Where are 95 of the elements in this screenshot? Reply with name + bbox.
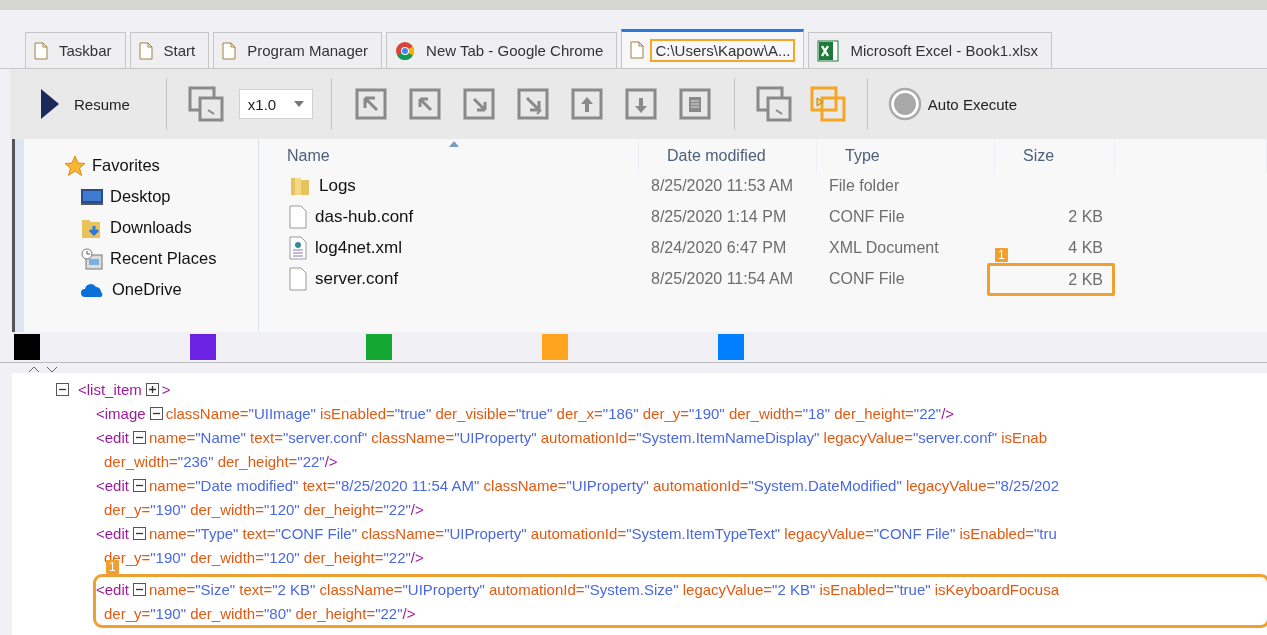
column-header[interactable]: Type bbox=[817, 139, 995, 173]
column-label: Date modified bbox=[667, 147, 766, 165]
windows-icon bbox=[809, 86, 846, 122]
column-header[interactable]: Size bbox=[995, 139, 1115, 173]
xml-attributes: name="Date modified" text="8/25/2020 11:54 AM" className="UIProperty" automationId="System.DateModified" legacyValue="8/25/202 bbox=[148, 476, 1059, 494]
tab[interactable]: New Tab - Google Chrome bbox=[386, 32, 618, 68]
speed-dropdown[interactable]: x1.0 bbox=[238, 89, 313, 119]
column-label: Type bbox=[845, 147, 880, 165]
sidebar-item[interactable]: Recent Places bbox=[80, 246, 258, 271]
column-header[interactable]: Date modified bbox=[639, 139, 817, 173]
sidebar-label: Favorites bbox=[92, 156, 160, 175]
auto-execute-toggle[interactable]: Auto Execute bbox=[887, 87, 1018, 121]
column-label: Name bbox=[287, 147, 330, 165]
date-cell-text: 8/25/2020 1:14 PM bbox=[650, 206, 788, 227]
plus-icon bbox=[147, 384, 157, 394]
page-icon bbox=[138, 41, 153, 60]
file-name-cell[interactable]: Logs bbox=[259, 170, 639, 201]
xml-tag: <list_item bbox=[78, 380, 142, 398]
collapse-toggle[interactable] bbox=[132, 526, 146, 540]
spreadsheet-icon bbox=[817, 39, 840, 62]
sidebar-label: Recent Places bbox=[110, 249, 217, 268]
xml-tag-close: > bbox=[161, 380, 171, 398]
play-icon bbox=[40, 88, 60, 120]
resume-button[interactable]: Resume bbox=[40, 88, 140, 120]
sidebar-item[interactable]: OneDrive bbox=[80, 277, 258, 302]
chrome-icon bbox=[395, 40, 416, 61]
monitor-icon bbox=[80, 186, 104, 207]
xml-tag: <edit bbox=[96, 476, 129, 494]
sidebar-label: Desktop bbox=[110, 187, 171, 206]
size-text: 2 KB bbox=[1068, 207, 1103, 226]
file-name: server.conf bbox=[315, 268, 399, 289]
file-name: Logs bbox=[319, 175, 356, 196]
file-name-cell[interactable]: server.conf bbox=[259, 263, 639, 294]
date-cell-text: 8/25/2020 11:54 AM bbox=[650, 268, 795, 289]
sort-caret-icon bbox=[448, 141, 459, 147]
column-header[interactable]: Name bbox=[259, 139, 639, 173]
xml-tag: <edit bbox=[96, 524, 129, 542]
xml-attributes: name="Name" text="server.conf" className="UIProperty" automationId="System.ItemNameDisplay" legacyValue="server.conf" isEnab bbox=[148, 428, 1048, 446]
tab[interactable]: Taskbar bbox=[25, 32, 126, 68]
page-icon bbox=[222, 41, 237, 60]
color-swatch[interactable] bbox=[366, 334, 392, 360]
recent-places-icon bbox=[80, 246, 104, 271]
file-name-cell[interactable]: das-hub.conf bbox=[259, 201, 639, 232]
document-icon bbox=[678, 88, 711, 120]
collapse-toggle[interactable] bbox=[132, 582, 146, 596]
sidebar-item[interactable]: Downloads bbox=[80, 215, 258, 240]
date-cell-text: 8/24/2020 6:47 PM bbox=[650, 237, 788, 258]
column-label: Size bbox=[1023, 147, 1055, 165]
type-cell-text: File folder bbox=[828, 175, 901, 196]
collapse-toggle[interactable] bbox=[149, 406, 163, 420]
dropdown-caret-icon bbox=[293, 101, 304, 107]
file-icon bbox=[289, 204, 307, 229]
windows-icon bbox=[755, 86, 792, 122]
color-swatch[interactable] bbox=[542, 334, 568, 360]
sidebar-item[interactable]: Desktop bbox=[80, 184, 258, 209]
tab[interactable]: Start bbox=[129, 32, 210, 68]
collapse-toggle[interactable] bbox=[132, 430, 146, 444]
file-name: log4net.xml bbox=[315, 237, 402, 258]
xml-file-icon bbox=[289, 235, 307, 260]
xml-attributes: name="Type" text="CONF File" className="UIProperty" automationId="System.ItemTypeText" legacyValue="CONF File" isEnabled="tru bbox=[148, 524, 1057, 542]
size-text: 4 KB bbox=[1068, 238, 1103, 257]
star-icon bbox=[64, 154, 86, 177]
type-cell-text: CONF File bbox=[828, 268, 906, 289]
page-icon bbox=[630, 41, 645, 59]
file-name-cell[interactable]: log4net.xml bbox=[259, 232, 639, 263]
xml-attributes: der_y="190" der_width="120" der_height="22"/> bbox=[104, 500, 424, 518]
color-swatch[interactable] bbox=[190, 334, 216, 360]
xml-attributes: der_width="236" der_height="22"/> bbox=[104, 452, 338, 470]
xml-attributes: der_y="190" der_width="80" der_height="22"/> bbox=[104, 604, 416, 622]
date-cell-text: 8/25/2020 11:53 AM bbox=[650, 175, 795, 196]
xml-tag: <image bbox=[96, 404, 146, 422]
page-icon bbox=[34, 41, 48, 60]
type-cell-text: CONF File bbox=[828, 206, 906, 227]
windows-icon bbox=[187, 86, 224, 122]
xml-tag: <edit bbox=[96, 580, 129, 598]
type-cell-text: XML Document bbox=[828, 237, 940, 258]
size-text: 2 KB bbox=[1068, 270, 1103, 289]
tab[interactable]: Microsoft Excel - Book1.xlsx bbox=[808, 32, 1053, 68]
expand-toggle[interactable] bbox=[145, 382, 159, 396]
xml-tag: <edit bbox=[96, 428, 129, 446]
file-icon bbox=[289, 266, 307, 291]
collapse-toggle[interactable] bbox=[56, 382, 69, 396]
badge: 1 bbox=[995, 248, 1008, 262]
xml-attributes: className="UIImage" isEnabled="true" der_visible="true" der_x="186" der_y="190" der_width="18" der_height="22"/> bbox=[165, 404, 955, 422]
sidebar-label: Downloads bbox=[110, 218, 192, 237]
sidebar-item[interactable]: Favorites bbox=[64, 153, 258, 178]
collapse-toggle[interactable] bbox=[132, 478, 146, 492]
color-swatch[interactable] bbox=[718, 334, 744, 360]
color-swatch[interactable] bbox=[14, 334, 40, 360]
radio-icon bbox=[887, 87, 922, 121]
xml-attributes: name="Size" text="2 KB" className="UIProperty" automationId="System.Size" legacyValue="2 KB" isEnabled="true" isKeyboardFocusa bbox=[148, 580, 1059, 598]
tab[interactable]: C:\Users\Kapow\A... bbox=[621, 29, 805, 68]
sidebar-label: OneDrive bbox=[112, 280, 182, 299]
file-name: das-hub.conf bbox=[315, 206, 414, 227]
tab[interactable]: Program Manager bbox=[213, 32, 383, 68]
